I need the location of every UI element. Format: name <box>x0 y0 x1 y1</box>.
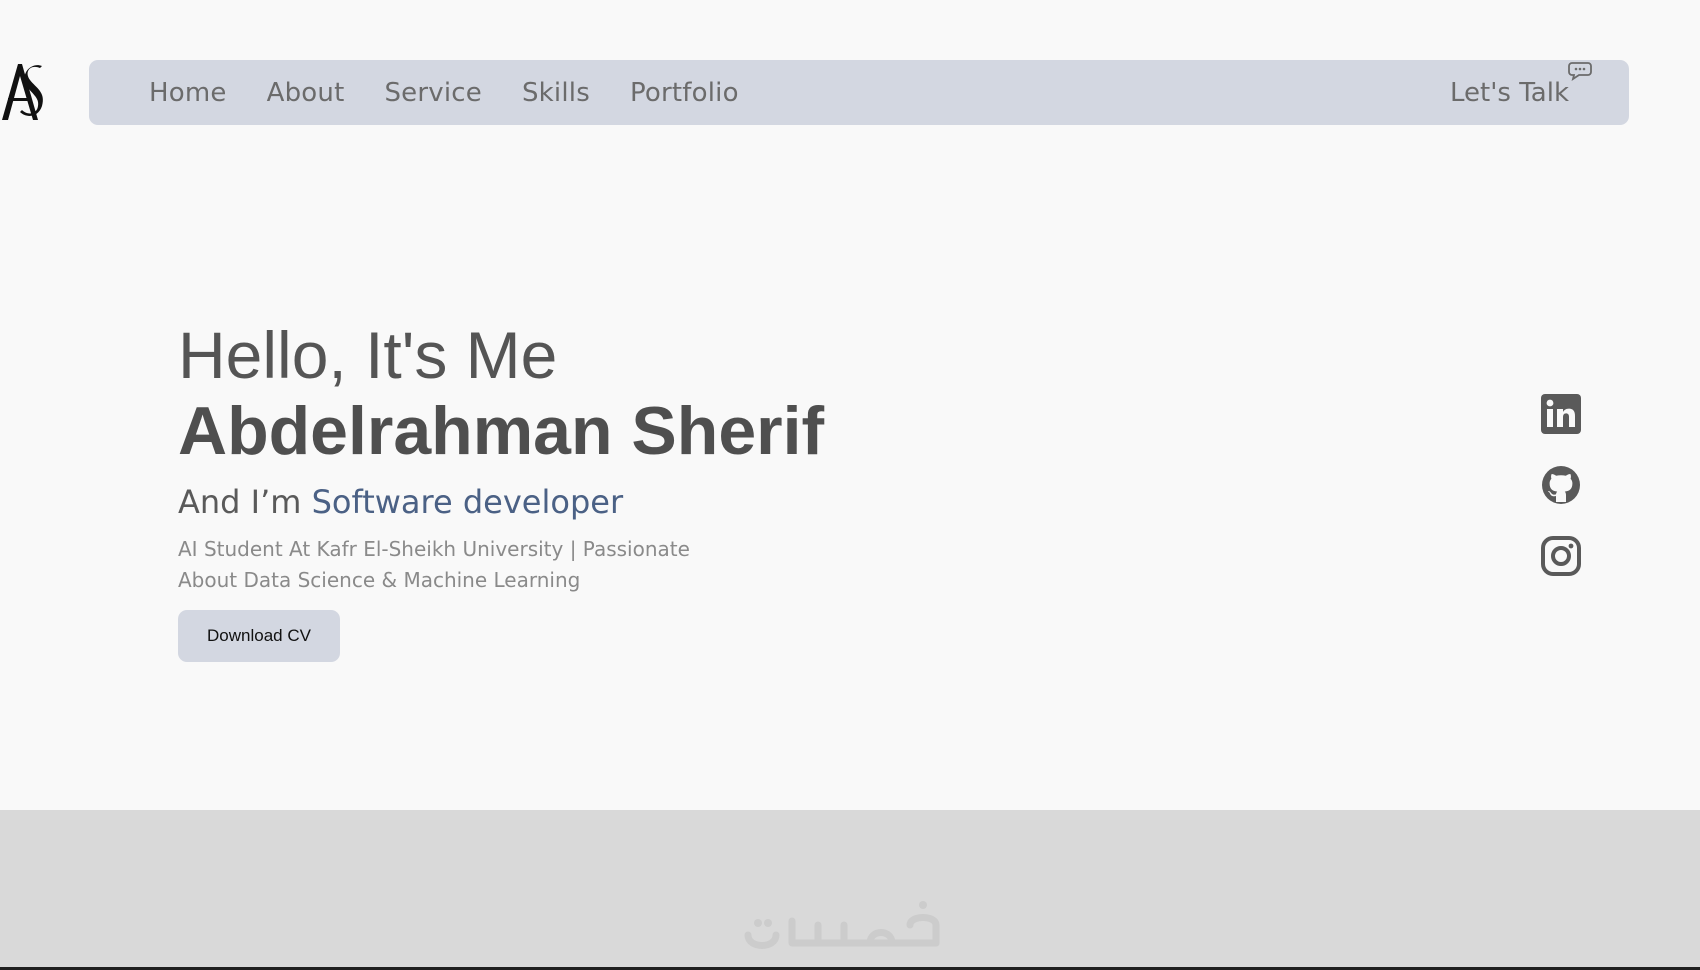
navbar: Home About Service Skills Portfolio Let'… <box>89 60 1629 125</box>
as-logo-icon[interactable] <box>0 58 50 124</box>
nav-links: Home About Service Skills Portfolio <box>149 60 779 125</box>
nav-link-portfolio[interactable]: Portfolio <box>630 78 739 108</box>
download-cv-button[interactable]: Download CV <box>178 610 340 662</box>
hero-section: Hello, It's Me Abdelrahman Sherif And I’… <box>178 318 1078 662</box>
nav-link-skills[interactable]: Skills <box>522 78 590 108</box>
hero-greeting: Hello, It's Me <box>178 318 558 392</box>
chat-bubble-icon[interactable] <box>1567 60 1593 82</box>
hero-description: AI Student At Kafr El-Sheikh University … <box>178 537 690 592</box>
page: Home About Service Skills Portfolio Let'… <box>0 0 1700 970</box>
instagram-icon[interactable] <box>1540 535 1582 577</box>
hero-role-line: And I’m Software developer <box>178 480 1078 524</box>
social-links <box>1540 393 1584 606</box>
nav-link-service[interactable]: Service <box>384 78 482 108</box>
nav-link-about[interactable]: About <box>267 78 345 108</box>
khamsat-watermark-logo <box>740 895 960 955</box>
linkedin-icon[interactable] <box>1540 393 1582 435</box>
hero-role-prefix: And I’m <box>178 483 312 521</box>
github-icon[interactable] <box>1540 464 1582 506</box>
lets-talk-link[interactable]: Let's Talk <box>1450 60 1569 125</box>
hero-name: Abdelrahman Sherif <box>178 393 825 469</box>
nav-link-home[interactable]: Home <box>149 78 227 108</box>
hero-role: Software developer <box>311 483 624 521</box>
